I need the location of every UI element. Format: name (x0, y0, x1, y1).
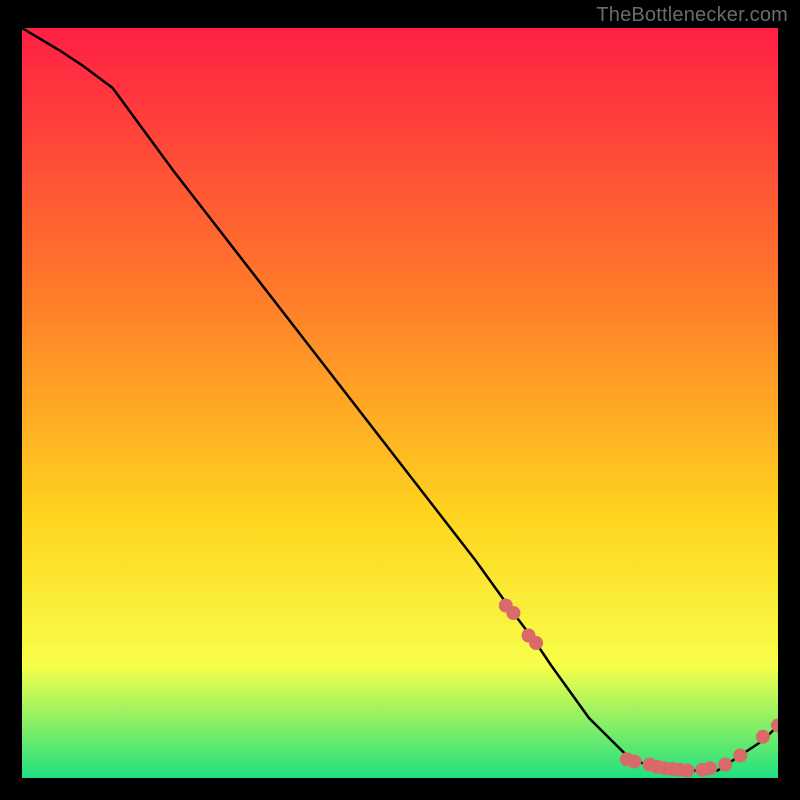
chart-frame: TheBottlenecker.com (0, 0, 800, 800)
watermark-text: TheBottlenecker.com (596, 4, 788, 27)
plot-area (22, 28, 778, 778)
curve-marker (680, 764, 694, 778)
curve-marker (703, 761, 717, 775)
curve-marker (627, 755, 641, 769)
curve-marker (733, 749, 747, 763)
curve-marker (718, 758, 732, 772)
gradient-backdrop (22, 28, 778, 778)
curve-marker (756, 730, 770, 744)
curve-marker (529, 636, 543, 650)
chart-svg (22, 28, 778, 778)
curve-marker (506, 606, 520, 620)
